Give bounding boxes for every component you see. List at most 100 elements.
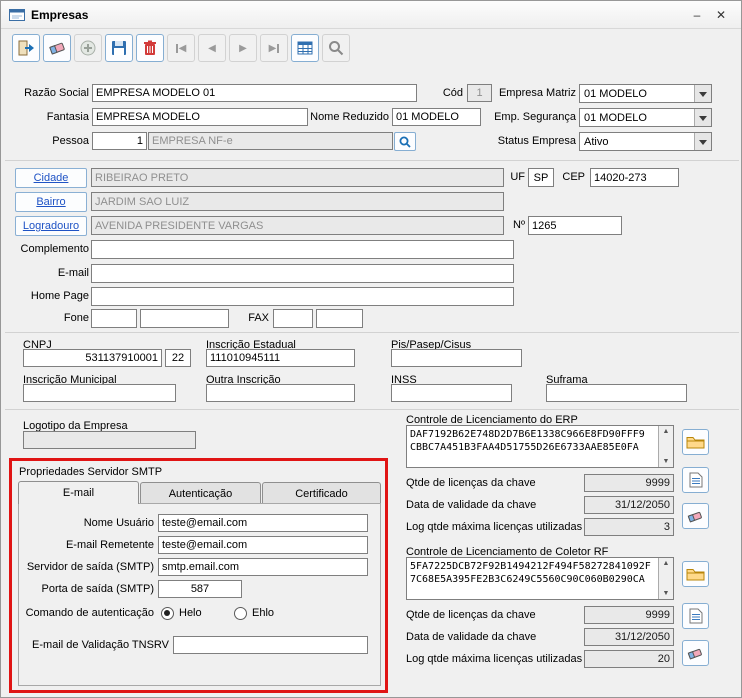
next-record-icon: ▶ xyxy=(239,42,247,54)
rf-clear-button[interactable] xyxy=(682,640,709,666)
erp-license-key-box[interactable]: DAF7192B62E748D2D7B6E1338C966E8FD90FFF9 … xyxy=(406,425,674,468)
fax-ddd-input[interactable] xyxy=(273,309,313,328)
search-icon xyxy=(329,41,344,56)
erp-validade-label: Data de validade da chave xyxy=(406,499,537,511)
inscricao-estadual-input[interactable] xyxy=(206,349,355,367)
search-icon xyxy=(399,136,411,148)
pessoa-code-input[interactable] xyxy=(92,132,147,150)
last-record-icon: ▶ xyxy=(268,42,277,54)
erp-clear-button[interactable] xyxy=(682,503,709,529)
scroll-down-icon[interactable]: ▼ xyxy=(663,458,670,465)
erp-report-button[interactable] xyxy=(682,467,709,493)
servidor-saida-input[interactable] xyxy=(158,558,368,576)
chevron-down-icon[interactable] xyxy=(694,109,711,126)
outra-inscricao-input[interactable] xyxy=(206,384,355,402)
tab-certificado[interactable]: Certificado xyxy=(262,482,381,504)
email-input[interactable] xyxy=(91,264,514,283)
email-remetente-input[interactable] xyxy=(158,536,368,554)
eraser-icon xyxy=(687,648,702,660)
scroll-up-icon[interactable]: ▲ xyxy=(663,428,670,435)
fantasia-input[interactable] xyxy=(92,108,308,126)
folder-icon xyxy=(686,437,705,449)
ehlo-radio-label: Ehlo xyxy=(252,607,275,619)
complemento-input[interactable] xyxy=(91,240,514,259)
email-remetente-label: E-mail Remetente xyxy=(65,539,154,551)
search-button xyxy=(322,34,350,62)
scroll-up-icon[interactable]: ▲ xyxy=(663,560,670,567)
fone-numero-input[interactable] xyxy=(140,309,229,328)
razao-social-label: Razão Social xyxy=(24,87,89,99)
rf-load-key-button[interactable] xyxy=(682,561,709,587)
tab-autenticacao[interactable]: Autenticação xyxy=(140,482,261,504)
save-button[interactable] xyxy=(105,34,133,62)
home-page-input[interactable] xyxy=(91,287,514,306)
porta-saida-input[interactable] xyxy=(158,580,242,598)
nome-usuario-input[interactable] xyxy=(158,514,368,532)
helo-radio-option[interactable]: Helo xyxy=(161,605,202,621)
inscricao-municipal-input[interactable] xyxy=(23,384,176,402)
erp-validade-input xyxy=(584,496,674,514)
scroll-down-icon[interactable]: ▼ xyxy=(663,590,670,597)
cidade-button[interactable]: Cidade xyxy=(15,168,87,188)
home-page-label: Home Page xyxy=(30,290,89,302)
exit-button[interactable] xyxy=(12,34,40,62)
chevron-down-icon[interactable] xyxy=(694,85,711,102)
close-button[interactable]: ✕ xyxy=(709,5,733,25)
erp-load-key-button[interactable] xyxy=(682,429,709,455)
document-icon xyxy=(689,472,702,488)
numero-input[interactable] xyxy=(528,216,622,235)
nome-reduzido-input[interactable] xyxy=(392,108,481,126)
cep-label: CEP xyxy=(562,171,585,183)
clear-button[interactable] xyxy=(43,34,71,62)
fax-numero-input[interactable] xyxy=(316,309,363,328)
last-record-button: ▶ xyxy=(260,34,288,62)
bairro-button[interactable]: Bairro xyxy=(15,192,87,212)
status-empresa-select[interactable]: Ativo xyxy=(579,132,712,151)
porta-saida-label: Porta de saída (SMTP) xyxy=(41,583,155,595)
suframa-input[interactable] xyxy=(546,384,687,402)
nome-reduzido-label: Nome Reduzido xyxy=(310,111,389,123)
inss-input[interactable] xyxy=(391,384,512,402)
razao-social-input[interactable] xyxy=(92,84,417,102)
logradouro-button[interactable]: Logradouro xyxy=(15,216,87,236)
pis-input[interactable] xyxy=(391,349,522,367)
cnpj-digito-input[interactable] xyxy=(165,349,191,367)
previous-record-button: ◀ xyxy=(198,34,226,62)
tab-email[interactable]: E-mail xyxy=(18,481,139,504)
delete-button[interactable] xyxy=(136,34,164,62)
rf-log-input xyxy=(584,650,674,668)
pessoa-search-button[interactable] xyxy=(394,132,416,151)
rf-report-button[interactable] xyxy=(682,603,709,629)
folder-icon xyxy=(686,569,705,581)
email-validacao-input[interactable] xyxy=(173,636,368,654)
uf-label: UF xyxy=(510,171,525,183)
erp-qtde-label: Qtde de licenças da chave xyxy=(406,477,536,489)
ehlo-radio-option[interactable]: Ehlo xyxy=(234,605,274,621)
toolbar: ◀ ◀ ▶ ▶ xyxy=(12,34,350,62)
minimize-button[interactable]: – xyxy=(685,5,709,25)
email-validacao-label: E-mail de Validação TNSRV xyxy=(32,639,169,651)
empresa-matriz-select[interactable]: 01 MODELO xyxy=(579,84,712,103)
cep-input[interactable] xyxy=(590,168,679,187)
trash-icon xyxy=(144,40,156,55)
plus-icon xyxy=(80,40,96,56)
pessoa-name-input xyxy=(148,132,393,150)
document-icon xyxy=(689,608,702,624)
erp-key-scrollbar[interactable]: ▲ ▼ xyxy=(658,426,673,467)
helo-radio[interactable] xyxy=(161,606,174,620)
previous-record-icon: ◀ xyxy=(208,42,216,54)
erp-log-label: Log qtde máxima licenças utilizadas xyxy=(406,521,583,533)
rf-log-label: Log qtde máxima licenças utilizadas xyxy=(406,653,583,665)
complemento-label: Complemento xyxy=(20,243,89,255)
cnpj-input[interactable] xyxy=(23,349,162,367)
rf-key-scrollbar[interactable]: ▲ ▼ xyxy=(658,558,673,599)
app-icon xyxy=(9,8,25,22)
ehlo-radio[interactable] xyxy=(234,606,247,620)
grid-view-button[interactable] xyxy=(291,34,319,62)
fone-ddd-input[interactable] xyxy=(91,309,137,328)
emp-seguranca-select[interactable]: 01 MODELO xyxy=(579,108,712,127)
uf-input[interactable] xyxy=(528,168,554,187)
chevron-down-icon[interactable] xyxy=(694,133,711,150)
fax-label: FAX xyxy=(248,312,269,324)
rf-license-key-box[interactable]: 5FA7225DCB72F92B1494212F494F58272841092F… xyxy=(406,557,674,600)
